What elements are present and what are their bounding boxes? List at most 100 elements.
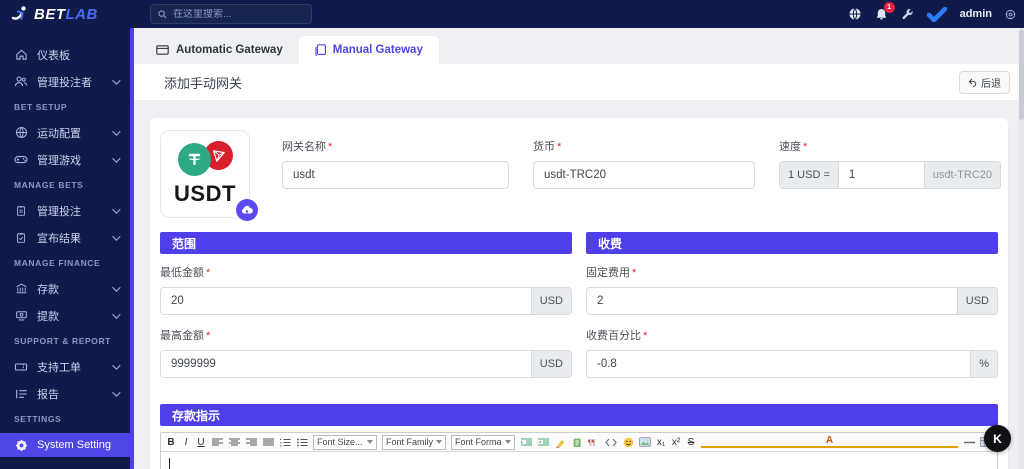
rate-prefix: 1 USD = [780,162,839,188]
outdent-icon[interactable] [537,437,549,448]
ordered-list-icon[interactable] [279,437,291,448]
fixed-charge-input[interactable] [587,288,957,314]
paste-icon[interactable] [571,437,583,448]
username-label[interactable]: admin [960,8,992,20]
indent-icon[interactable] [520,437,532,448]
sidebar: 仪表板 管理投注者 BET SETUP 运动配置 管理游戏 MANAGE BET… [0,28,130,469]
special-char-icon[interactable]: ¶¶ [588,437,600,448]
global-search[interactable] [150,4,312,24]
sidebar-section-extra: EXTRA [0,461,130,469]
rate-suffix: usdt-TRC20 [924,162,1000,188]
font-format-select[interactable]: Font Forma [451,435,515,450]
sidebar-section-support-report: SUPPORT & REPORT [0,329,130,353]
unordered-list-icon[interactable] [296,437,308,448]
gateway-tabs: Automatic Gateway Manual Gateway [140,36,1024,64]
strikethrough-button[interactable]: S [686,437,696,448]
user-menu-gear-icon[interactable] [1005,9,1016,20]
sidebar-item-withdrawals[interactable]: 提款 [0,302,130,329]
chevron-down-icon [112,310,120,318]
home-icon [14,48,28,61]
superscript-button[interactable]: x² [671,437,681,448]
report-list-icon [14,388,28,400]
range-section: 范围 最低金额 USD 最高金额 USD [160,232,572,378]
percent-charge-group: % [586,350,998,378]
font-family-select[interactable]: Font Family [382,435,446,450]
emoji-icon[interactable] [622,437,634,448]
sidebar-item-support-tickets[interactable]: 支持工单 [0,353,130,380]
gateway-logo-text: USDT [174,181,236,207]
bold-button[interactable]: B [166,437,176,448]
sidebar-item-manage-bets[interactable]: 管理投注 [0,197,130,224]
vertical-scrollbar[interactable] [1019,28,1024,469]
tab-automatic-gateway[interactable]: Automatic Gateway [140,36,299,64]
currency-input[interactable] [533,161,755,189]
source-code-icon[interactable] [605,437,617,448]
rate-input[interactable] [839,162,924,188]
user-avatar[interactable] [927,7,947,22]
upload-image-button[interactable] [236,199,258,221]
sidebar-item-manage-bettors[interactable]: 管理投注者 [0,68,130,95]
min-amount-label: 最低金额 [160,264,572,280]
range-section-title: 范围 [160,232,572,254]
sidebar-item-deposits[interactable]: 存款 [0,275,130,302]
charge-section-title: 收费 [586,232,998,254]
sidebar-section-settings: SETTINGS [0,407,130,431]
chevron-down-icon [112,232,120,240]
topbar: BETLAB 1 admin [0,0,1024,28]
sidebar-item-manage-games[interactable]: 管理游戏 [0,146,130,173]
tab-manual-gateway[interactable]: Manual Gateway [299,36,439,64]
subscript-button[interactable]: x₁ [656,437,666,448]
percent-charge-input[interactable] [587,351,970,377]
gateway-name-input[interactable] [282,161,509,189]
sidebar-item-announce-results[interactable]: 宣布结果 [0,224,130,251]
sidebar-section-manage-finance: MANAGE FINANCE [0,251,130,275]
back-button[interactable]: 后退 [959,71,1010,94]
users-icon [14,75,28,88]
sidebar-section-bet-setup: BET SETUP [0,95,130,119]
accent-strip [130,28,134,469]
sidebar-item-system-setting[interactable]: System Setting [0,433,130,457]
file-copy-icon [315,44,326,56]
app-logo[interactable]: BETLAB [0,5,130,23]
max-amount-input[interactable] [161,351,531,377]
chat-widget-button[interactable]: K [984,425,1011,452]
chevron-down-icon [367,440,373,444]
min-amount-input[interactable] [161,288,531,314]
rate-input-group: 1 USD = usdt-TRC20 [779,161,1001,189]
underline-button[interactable]: U [196,437,206,448]
horizontal-rule-button[interactable] [963,437,975,448]
highlight-marker-icon[interactable] [554,437,566,448]
search-icon [158,10,167,19]
wrench-icon[interactable] [901,8,914,21]
notifications-bell-icon[interactable]: 1 [875,7,888,21]
tether-coin-icon [178,143,211,176]
chevron-down-icon [112,205,120,213]
align-right-icon[interactable] [245,437,257,448]
min-amount-group: USD [160,287,572,315]
align-justify-icon[interactable] [262,437,274,448]
font-size-select[interactable]: Font Size... [313,435,377,450]
sidebar-item-reports[interactable]: 报告 [0,380,130,407]
search-input[interactable] [173,9,293,20]
chevron-down-icon [505,440,511,444]
align-center-icon[interactable] [228,437,240,448]
chevron-down-icon [112,154,120,162]
gear-icon [14,439,28,452]
text-color-button[interactable]: A [701,436,958,448]
language-globe-icon[interactable] [848,7,862,21]
gateway-name-label: 网关名称 [282,138,509,154]
sidebar-item-dashboard[interactable]: 仪表板 [0,41,130,68]
sidebar-item-sport-config[interactable]: 运动配置 [0,119,130,146]
page-header: 添加手动网关 后退 [134,64,1024,100]
fixed-charge-suffix: USD [957,288,997,314]
editor-content-area[interactable] [161,452,997,469]
align-left-icon[interactable] [211,437,223,448]
sidebar-section-manage-bets: MANAGE BETS [0,173,130,197]
page-title: 添加手动网关 [164,73,242,92]
notification-count-badge: 1 [884,2,895,13]
percent-charge-label: 收费百分比 [586,327,998,343]
ticket-icon [14,361,28,373]
max-amount-label: 最高金额 [160,327,572,343]
image-icon[interactable] [639,437,651,448]
italic-button[interactable]: I [181,437,191,448]
